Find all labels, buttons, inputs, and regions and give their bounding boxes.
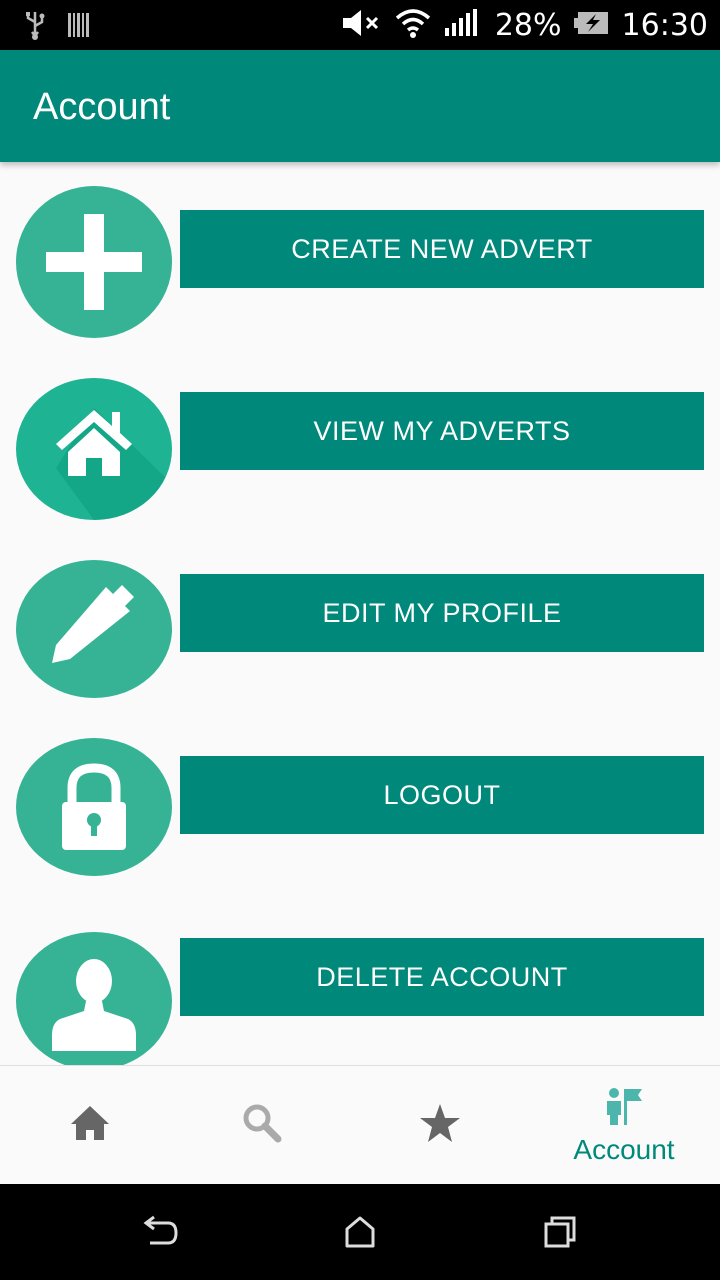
search-icon (242, 1103, 282, 1148)
plus-icon[interactable] (16, 186, 172, 338)
nav-item-favourites[interactable] (350, 1066, 530, 1185)
mute-icon (341, 8, 383, 43)
wifi-icon (395, 8, 431, 43)
star-icon (419, 1103, 461, 1148)
account-icon (604, 1085, 644, 1130)
edit-my-profile-button[interactable]: EDIT MY PROFILE (180, 574, 704, 652)
nav-item-account[interactable]: Account (534, 1066, 714, 1185)
nav-item-home[interactable] (0, 1066, 180, 1185)
page-title: Account (33, 86, 171, 128)
nav-item-search[interactable] (172, 1066, 352, 1185)
view-my-adverts-button[interactable]: VIEW MY ADVERTS (180, 392, 704, 470)
barcode-icon (68, 11, 90, 44)
logout-button[interactable]: LOGOUT (180, 756, 704, 834)
status-bar: 28% 16:30 (0, 0, 720, 50)
clock: 16:30 (621, 7, 708, 43)
system-navigation-bar (0, 1184, 720, 1280)
user-icon[interactable] (16, 932, 172, 1070)
usb-icon (24, 10, 46, 45)
lock-icon[interactable] (16, 738, 172, 876)
battery-charging-icon (573, 10, 610, 41)
pencil-icon[interactable] (16, 560, 172, 698)
recents-icon[interactable] (540, 1212, 580, 1252)
home-outline-icon[interactable] (340, 1212, 380, 1252)
bottom-navigation: Account (0, 1065, 720, 1184)
signal-icon (443, 8, 483, 43)
create-new-advert-button[interactable]: CREATE NEW ADVERT (180, 210, 704, 288)
battery-percent: 28% (494, 7, 562, 43)
back-icon[interactable] (140, 1212, 180, 1252)
nav-label-account: Account (573, 1134, 675, 1165)
home-icon (69, 1104, 111, 1147)
delete-account-button[interactable]: DELETE ACCOUNT (180, 938, 704, 1016)
app-bar: Account (0, 50, 720, 162)
house-icon[interactable] (16, 378, 172, 520)
